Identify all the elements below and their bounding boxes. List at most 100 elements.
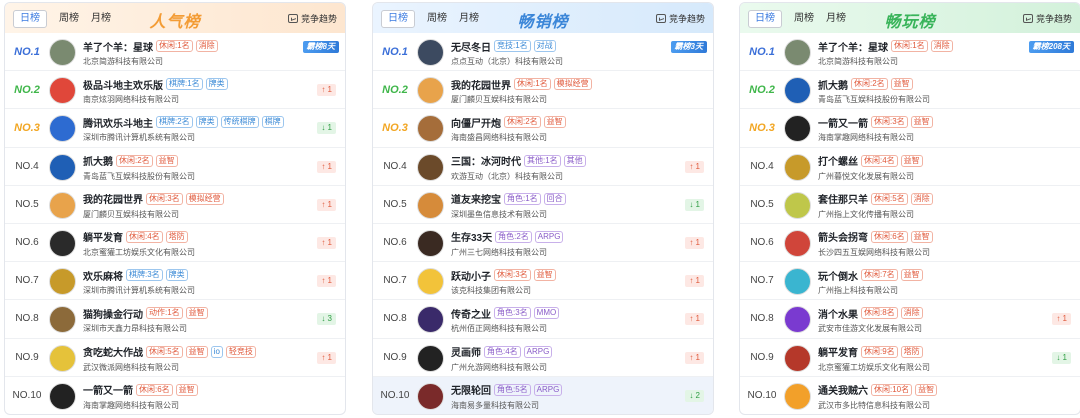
game-icon[interactable] xyxy=(417,344,444,372)
list-item[interactable]: NO.4 打个螺丝 休闲:4名 益智 广州暮悦文化发展有限公司 xyxy=(740,148,1080,186)
list-item[interactable]: NO.4 抓大鹅 休闲:2名 益智 青岛蓝飞互娱科技股份有限公司 ↑ 1 xyxy=(5,148,345,186)
game-name[interactable]: 灵画师 xyxy=(451,344,481,359)
game-name[interactable]: 羊了个羊：星球 xyxy=(83,39,153,54)
game-icon[interactable] xyxy=(49,153,76,181)
game-icon[interactable] xyxy=(784,115,811,143)
list-item[interactable]: NO.2 我的花园世界 休闲:1名 模拟经营 厦门麟贝互娱科技有限公司 xyxy=(373,71,713,110)
game-icon[interactable] xyxy=(49,191,76,219)
game-name[interactable]: 欢乐麻将 xyxy=(83,268,123,283)
list-item[interactable]: NO.8 传奇之业 角色:3名 MMO 杭州佰正网络科技有限公司 ↑ 1 xyxy=(373,300,713,339)
game-icon[interactable] xyxy=(784,153,811,181)
list-item[interactable]: NO.3 腾讯欢乐斗地主 棋牌:2名 牌类 传统棋牌 棋牌 深圳市腾讯计算机系统有限公司 ↓ … xyxy=(5,109,345,148)
game-name[interactable]: 抓大鹅 xyxy=(818,77,848,92)
game-name[interactable]: 打个螺丝 xyxy=(818,153,858,168)
game-name[interactable]: 玩个倒水 xyxy=(818,268,858,283)
list-item[interactable]: NO.8 猫狗操金行动 动作:1名 益智 深圳市天鑫力昂科技有限公司 ↓ 3 xyxy=(5,300,345,339)
game-name[interactable]: 道友来挖宝 xyxy=(451,191,501,206)
tab-monthly[interactable]: 月榜 xyxy=(459,11,479,27)
list-item[interactable]: NO.5 我的花园世界 休闲:3名 模拟经营 厦门麟贝互娱科技有限公司 ↑ 1 xyxy=(5,186,345,224)
game-icon[interactable] xyxy=(784,268,811,296)
game-name[interactable]: 抓大鹅 xyxy=(83,153,113,168)
list-item[interactable]: NO.3 一箭又一箭 休闲:3名 益智 海南掌趣网络科技有限公司 xyxy=(740,109,1080,148)
game-icon[interactable] xyxy=(417,229,444,257)
game-icon[interactable] xyxy=(784,382,811,410)
game-icon[interactable] xyxy=(417,382,444,410)
list-item[interactable]: NO.4 三国：冰河时代 其他:1名 其他 欢游互动（北京）科技有限公司 ↑ 1 xyxy=(373,148,713,186)
game-name[interactable]: 生存33天 xyxy=(451,229,492,244)
game-name[interactable]: 通关我贼六 xyxy=(818,382,868,397)
list-item[interactable]: NO.7 欢乐麻将 棋牌:3名 牌类 深圳市腾讯计算机系统有限公司 ↑ 1 xyxy=(5,262,345,301)
game-icon[interactable] xyxy=(417,306,444,334)
game-name[interactable]: 我的花园世界 xyxy=(451,77,511,92)
game-icon[interactable] xyxy=(417,39,444,66)
game-icon[interactable] xyxy=(417,115,444,143)
game-name[interactable]: 无尽冬日 xyxy=(451,39,491,54)
competition-trend-button[interactable]: 竞争趋势 xyxy=(655,12,705,25)
game-name[interactable]: 一箭又一箭 xyxy=(818,115,868,130)
list-item[interactable]: NO.3 向僵尸开炮 休闲:2名 益智 海南盛昌网络科技有限公司 xyxy=(373,109,713,148)
game-name[interactable]: 箭头会拐弯 xyxy=(818,229,868,244)
list-item[interactable]: NO.7 玩个倒水 休闲:7名 益智 广州指上科技有限公司 xyxy=(740,262,1080,301)
game-icon[interactable] xyxy=(417,268,444,296)
game-icon[interactable] xyxy=(784,191,811,219)
game-name[interactable]: 无限轮回 xyxy=(451,382,491,397)
game-icon[interactable] xyxy=(49,306,76,334)
list-item[interactable]: NO.10 通关我贼六 休闲:10名 益智 武汉市多比特信息科技有限公司 xyxy=(740,377,1080,414)
game-name[interactable]: 套住那只羊 xyxy=(818,191,868,206)
list-item[interactable]: NO.2 抓大鹅 休闲:2名 益智 青岛蓝飞互娱科技股份有限公司 xyxy=(740,71,1080,110)
competition-trend-button[interactable]: 竞争趋势 xyxy=(287,12,337,25)
tab-daily[interactable]: 日榜 xyxy=(381,10,415,28)
list-item[interactable]: NO.5 套住那只羊 休闲:5名 消除 广州指上文化传播有限公司 xyxy=(740,186,1080,224)
game-name[interactable]: 腾讯欢乐斗地主 xyxy=(83,115,153,130)
game-name[interactable]: 我的花园世界 xyxy=(83,191,143,206)
list-item[interactable]: NO.8 消个水果 休闲:8名 消除 武安市佳游文化发展有限公司 ↑ 1 xyxy=(740,300,1080,339)
game-icon[interactable] xyxy=(49,39,76,66)
list-item[interactable]: NO.1 羊了个羊：星球 休闲:1名 消除 北京简游科技有限公司 霸榜8天 xyxy=(5,33,345,72)
game-icon[interactable] xyxy=(784,39,811,66)
list-item[interactable]: NO.10 一箭又一箭 休闲:6名 益智 海南掌趣网络科技有限公司 xyxy=(5,377,345,414)
game-name[interactable]: 躺平发育 xyxy=(818,344,858,359)
game-name[interactable]: 一箭又一箭 xyxy=(83,382,133,397)
game-icon[interactable] xyxy=(784,229,811,257)
list-item[interactable]: NO.9 躺平发育 休闲:9名 塔防 北京蜜獾工坊娱乐文化有限公司 ↓ 1 xyxy=(740,339,1080,377)
list-item[interactable]: NO.1 无尽冬日 竞技:1名 对战 点点互动（北京）科技有限公司 霸榜3天 xyxy=(373,33,713,72)
game-icon[interactable] xyxy=(49,229,76,257)
list-item[interactable]: NO.1 羊了个羊：星球 休闲:1名 消除 北京简游科技有限公司 霸榜208天 xyxy=(740,33,1080,72)
game-icon[interactable] xyxy=(784,306,811,334)
list-item[interactable]: NO.2 极品斗地主欢乐版 棋牌:1名 牌类 南京炫羽网络科技有限公司 ↑ 1 xyxy=(5,71,345,110)
tab-daily[interactable]: 日榜 xyxy=(748,10,782,28)
list-item[interactable]: NO.6 箭头会拐弯 休闲:6名 益智 长沙四五互娱网络科技有限公司 xyxy=(740,224,1080,263)
game-name[interactable]: 跃动小子 xyxy=(451,268,491,283)
game-icon[interactable] xyxy=(784,344,811,372)
game-icon[interactable] xyxy=(49,115,76,143)
competition-trend-button[interactable]: 竞争趋势 xyxy=(1022,12,1072,25)
tab-weekly[interactable]: 周榜 xyxy=(794,11,814,27)
game-icon[interactable] xyxy=(417,77,444,105)
game-name[interactable]: 猫狗操金行动 xyxy=(83,306,143,321)
game-icon[interactable] xyxy=(49,344,76,372)
game-name[interactable]: 羊了个羊：星球 xyxy=(818,39,888,54)
game-name[interactable]: 向僵尸开炮 xyxy=(451,115,501,130)
game-icon[interactable] xyxy=(49,77,76,105)
list-item[interactable]: NO.9 灵画师 角色:4名 ARPG 广州允游网络科技有限公司 ↑ 1 xyxy=(373,339,713,377)
list-item[interactable]: NO.6 生存33天 角色:2名 ARPG 广州三七网络科技有限公司 ↑ 1 xyxy=(373,224,713,263)
game-name[interactable]: 躺平发育 xyxy=(83,229,123,244)
game-name[interactable]: 极品斗地主欢乐版 xyxy=(83,77,163,92)
list-item[interactable]: NO.10 无限轮回 角色:5名 ARPG 海南易多量科技有限公司 ↓ 2 xyxy=(373,376,713,414)
game-icon[interactable] xyxy=(417,153,444,181)
tab-monthly[interactable]: 月榜 xyxy=(826,11,846,27)
game-icon[interactable] xyxy=(417,191,444,219)
tab-weekly[interactable]: 周榜 xyxy=(59,11,79,27)
tab-monthly[interactable]: 月榜 xyxy=(91,11,111,27)
list-item[interactable]: NO.9 贪吃蛇大作战 休闲:5名 益智 io 轻竞技 武汉微派网络科技有限公司 ↑ 1 xyxy=(5,339,345,377)
game-name[interactable]: 传奇之业 xyxy=(451,306,491,321)
game-name[interactable]: 贪吃蛇大作战 xyxy=(83,344,143,359)
list-item[interactable]: NO.5 道友来挖宝 角色:1名 回合 深圳墨鱼信息技术有限公司 ↓ 1 xyxy=(373,186,713,224)
game-icon[interactable] xyxy=(49,268,76,296)
game-name[interactable]: 消个水果 xyxy=(818,306,858,321)
game-name[interactable]: 三国：冰河时代 xyxy=(451,153,521,168)
tab-daily[interactable]: 日榜 xyxy=(13,10,47,28)
list-item[interactable]: NO.6 躺平发育 休闲:4名 塔防 北京蜜獾工坊娱乐文化有限公司 ↑ 1 xyxy=(5,224,345,263)
tab-weekly[interactable]: 周榜 xyxy=(427,11,447,27)
game-icon[interactable] xyxy=(784,77,811,105)
